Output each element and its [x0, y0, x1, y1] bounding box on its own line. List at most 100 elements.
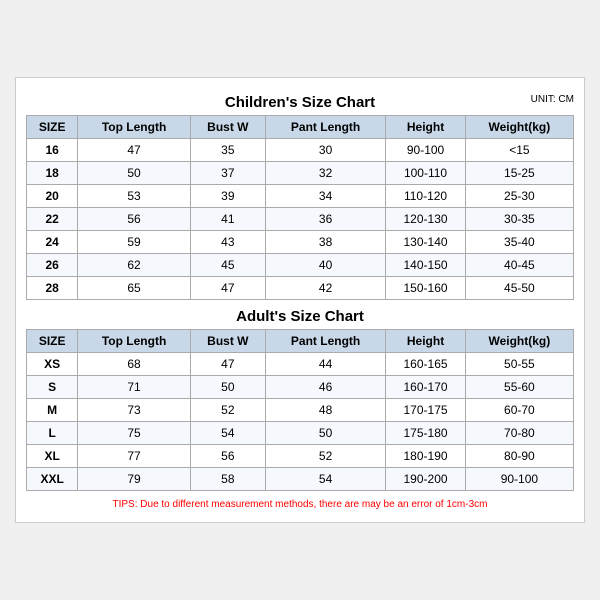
- table-row: XXL795854190-20090-100: [27, 468, 574, 491]
- table-cell: 180-190: [386, 445, 465, 468]
- adults-title: Adult's Size Chart: [26, 300, 574, 329]
- adults-col-size: SIZE: [27, 330, 78, 353]
- table-cell: 160-165: [386, 353, 465, 376]
- table-cell: 44: [265, 353, 385, 376]
- table-cell: 48: [265, 399, 385, 422]
- table-cell: 20: [27, 185, 78, 208]
- table-cell: 34: [265, 185, 385, 208]
- table-cell: 59: [78, 231, 191, 254]
- table-cell: 35: [190, 139, 265, 162]
- table-cell: 120-130: [386, 208, 465, 231]
- table-cell: 52: [265, 445, 385, 468]
- children-col-toplength: Top Length: [78, 116, 191, 139]
- table-cell: 110-120: [386, 185, 465, 208]
- children-col-pantlength: Pant Length: [265, 116, 385, 139]
- table-cell: 160-170: [386, 376, 465, 399]
- children-col-weight: Weight(kg): [465, 116, 573, 139]
- table-cell: 130-140: [386, 231, 465, 254]
- table-cell: S: [27, 376, 78, 399]
- table-cell: 58: [190, 468, 265, 491]
- table-cell: 140-150: [386, 254, 465, 277]
- adults-col-height: Height: [386, 330, 465, 353]
- children-title-text: Children's Size Chart: [225, 94, 375, 111]
- table-cell: 24: [27, 231, 78, 254]
- adults-title-text: Adult's Size Chart: [236, 308, 364, 325]
- table-cell: <15: [465, 139, 573, 162]
- table-cell: 36: [265, 208, 385, 231]
- unit-label: UNIT: CM: [531, 94, 574, 105]
- table-cell: 18: [27, 162, 78, 185]
- table-cell: 40: [265, 254, 385, 277]
- table-cell: 42: [265, 277, 385, 300]
- table-cell: 41: [190, 208, 265, 231]
- children-title: Children's Size Chart UNIT: CM: [26, 88, 574, 115]
- children-header-row: SIZE Top Length Bust W Pant Length Heigh…: [27, 116, 574, 139]
- table-cell: 53: [78, 185, 191, 208]
- table-cell: 39: [190, 185, 265, 208]
- adults-table: SIZE Top Length Bust W Pant Length Heigh…: [26, 329, 574, 491]
- table-cell: 80-90: [465, 445, 573, 468]
- children-table: SIZE Top Length Bust W Pant Length Heigh…: [26, 115, 574, 300]
- adults-col-pantlength: Pant Length: [265, 330, 385, 353]
- adults-tbody: XS684744160-16550-55S715046160-17055-60M…: [27, 353, 574, 491]
- table-cell: 50-55: [465, 353, 573, 376]
- table-cell: 30: [265, 139, 385, 162]
- children-tbody: 1647353090-100<1518503732100-11015-25205…: [27, 139, 574, 300]
- table-cell: 32: [265, 162, 385, 185]
- table-cell: 175-180: [386, 422, 465, 445]
- table-cell: 79: [78, 468, 191, 491]
- children-col-height: Height: [386, 116, 465, 139]
- table-cell: 50: [78, 162, 191, 185]
- table-cell: 45: [190, 254, 265, 277]
- table-cell: 47: [78, 139, 191, 162]
- table-cell: 22: [27, 208, 78, 231]
- table-row: 18503732100-11015-25: [27, 162, 574, 185]
- table-cell: 100-110: [386, 162, 465, 185]
- adults-col-toplength: Top Length: [78, 330, 191, 353]
- table-row: 26624540140-15040-45: [27, 254, 574, 277]
- table-cell: 60-70: [465, 399, 573, 422]
- children-col-bustw: Bust W: [190, 116, 265, 139]
- table-row: XL775652180-19080-90: [27, 445, 574, 468]
- table-cell: 90-100: [386, 139, 465, 162]
- table-cell: 28: [27, 277, 78, 300]
- table-cell: 62: [78, 254, 191, 277]
- table-cell: 30-35: [465, 208, 573, 231]
- table-cell: 190-200: [386, 468, 465, 491]
- table-row: XS684744160-16550-55: [27, 353, 574, 376]
- table-cell: 52: [190, 399, 265, 422]
- table-row: 20533934110-12025-30: [27, 185, 574, 208]
- table-cell: 65: [78, 277, 191, 300]
- table-cell: 150-160: [386, 277, 465, 300]
- tips-text: TIPS: Due to different measurement metho…: [26, 497, 574, 512]
- table-cell: 68: [78, 353, 191, 376]
- table-cell: 170-175: [386, 399, 465, 422]
- table-cell: 77: [78, 445, 191, 468]
- table-cell: M: [27, 399, 78, 422]
- table-row: S715046160-17055-60: [27, 376, 574, 399]
- table-cell: XL: [27, 445, 78, 468]
- table-cell: 75: [78, 422, 191, 445]
- table-cell: 73: [78, 399, 191, 422]
- table-cell: 38: [265, 231, 385, 254]
- table-row: 22564136120-13030-35: [27, 208, 574, 231]
- children-col-size: SIZE: [27, 116, 78, 139]
- table-cell: 40-45: [465, 254, 573, 277]
- table-cell: 55-60: [465, 376, 573, 399]
- table-cell: 47: [190, 277, 265, 300]
- table-row: L755450175-18070-80: [27, 422, 574, 445]
- table-cell: 46: [265, 376, 385, 399]
- table-cell: 35-40: [465, 231, 573, 254]
- table-row: 1647353090-100<15: [27, 139, 574, 162]
- adults-header-row: SIZE Top Length Bust W Pant Length Heigh…: [27, 330, 574, 353]
- table-cell: 45-50: [465, 277, 573, 300]
- adults-col-bustw: Bust W: [190, 330, 265, 353]
- table-cell: 50: [265, 422, 385, 445]
- table-cell: L: [27, 422, 78, 445]
- table-cell: 47: [190, 353, 265, 376]
- table-row: 28654742150-16045-50: [27, 277, 574, 300]
- table-row: 24594338130-14035-40: [27, 231, 574, 254]
- table-cell: 50: [190, 376, 265, 399]
- table-cell: 37: [190, 162, 265, 185]
- table-cell: XS: [27, 353, 78, 376]
